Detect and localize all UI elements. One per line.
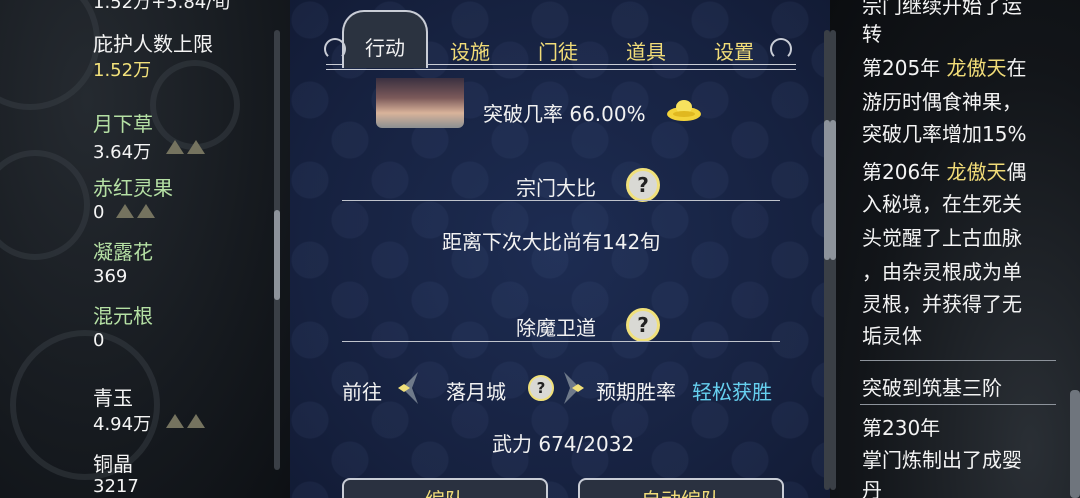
breakthrough-rate: 突破几率 66.00% [483, 102, 646, 126]
demon-hunt-help-icon[interactable]: ? [626, 308, 660, 342]
log-line: 游历时偶食神果， [862, 90, 1022, 114]
resource-moongrass-label: 月下草 [93, 112, 153, 136]
resource-panel: 1.52万+5.84/旬 庇护人数上限 1.52万 月下草 3.64万 赤红灵果… [0, 0, 290, 498]
log-line: 头觉醒了上古血脉 [862, 226, 1022, 250]
log-scrollbar[interactable] [830, 30, 836, 490]
ornament-icon [324, 38, 346, 60]
goto-label: 前往 [342, 380, 382, 404]
ornament-icon [770, 38, 792, 60]
divider [342, 341, 780, 342]
arrow-left-icon[interactable] [396, 368, 422, 408]
resource-hunyuanroot-value: 0 [93, 330, 105, 351]
action-panel: 行动 设施 门徒 道具 设置 突破几率 66.00% 宗门大比 ? 距离下次大比… [290, 0, 830, 498]
disciple-avatar[interactable] [376, 78, 464, 128]
gold-ingot-icon[interactable] [666, 98, 702, 122]
resource-jade-value: 4.94万 [93, 414, 152, 435]
win-rate-value: 轻松获胜 [692, 380, 772, 404]
resource-redfruit-label: 赤红灵果 [93, 176, 173, 200]
power-value: 武力 674/2032 [492, 432, 635, 456]
log-divider [860, 360, 1056, 361]
divider [342, 200, 780, 201]
tab-disciples[interactable]: 门徒 [538, 36, 578, 65]
location-name[interactable]: 落月城 [446, 376, 506, 405]
tournament-title: 宗门大比 [516, 176, 596, 200]
arrow-right-icon[interactable] [560, 368, 586, 408]
win-rate-label: 预期胜率 [596, 380, 676, 404]
log-line: 宗门继续开始了运 [862, 0, 1022, 18]
resource-redfruit-value: 0 [93, 202, 105, 223]
tournament-countdown: 距离下次大比尚有142旬 [442, 230, 661, 254]
tab-bar: 行动 设施 门徒 道具 设置 [324, 0, 796, 78]
resource-copper-value: 3217 [93, 476, 139, 497]
log-line: 灵根，并获得了无 [862, 292, 1022, 316]
resource-moongrass-value: 3.64万 [93, 142, 152, 163]
hero-name: 龙傲天 [946, 56, 1007, 80]
log-line: 第205年 龙傲天在 [862, 56, 1027, 80]
event-log-panel: 宗门继续开始了运 转 第205年 龙傲天在 游历时偶食神果， 突破几率增加15%… [830, 0, 1080, 498]
mountain-icon [166, 414, 205, 428]
shelter-capacity-label: 庇护人数上限 [93, 32, 213, 56]
log-line: 突破到筑基三阶 [862, 376, 1002, 400]
mountain-icon [116, 204, 155, 218]
tab-action[interactable]: 行动 [342, 10, 428, 68]
log-line: 丹 [862, 478, 882, 498]
location-help-icon[interactable]: ? [528, 375, 554, 401]
tab-facilities[interactable]: 设施 [450, 36, 490, 65]
mountain-icon [166, 140, 205, 154]
log-line: 掌门炼制出了成婴 [862, 448, 1022, 472]
resource-scroll-thumb[interactable] [274, 210, 280, 300]
log-line: 第206年 龙傲天偶 [862, 160, 1027, 184]
tournament-help-icon[interactable]: ? [626, 168, 660, 202]
demon-hunt-title: 除魔卫道 [516, 316, 596, 340]
formation-button[interactable]: 编队 [342, 478, 548, 498]
log-line: 突破几率增加15% [862, 122, 1027, 146]
resource-jade-label: 青玉 [93, 386, 133, 410]
log-line: 第230年 [862, 416, 941, 440]
population-partial: 1.52万+5.84/旬 [93, 0, 231, 13]
log-divider [860, 404, 1056, 405]
tab-items[interactable]: 道具 [626, 36, 666, 65]
edge-scroll-handle[interactable] [1070, 390, 1080, 498]
log-line: 转 [862, 22, 882, 46]
log-scroll-thumb[interactable] [830, 120, 836, 260]
auto-formation-button[interactable]: 自动编队 [578, 478, 784, 498]
log-line: ，由杂灵根成为单 [862, 260, 1022, 284]
resource-dewflower-label: 凝露花 [93, 240, 153, 264]
log-line: 入秘境，在生死关 [862, 192, 1022, 216]
resource-dewflower-value: 369 [93, 266, 128, 287]
shelter-capacity-value: 1.52万 [93, 60, 152, 81]
resource-copper-label: 铜晶 [93, 452, 133, 476]
hero-name: 龙傲天 [946, 160, 1007, 184]
log-line: 垢灵体 [862, 324, 922, 348]
tab-settings[interactable]: 设置 [714, 36, 754, 65]
resource-hunyuanroot-label: 混元根 [93, 304, 153, 328]
